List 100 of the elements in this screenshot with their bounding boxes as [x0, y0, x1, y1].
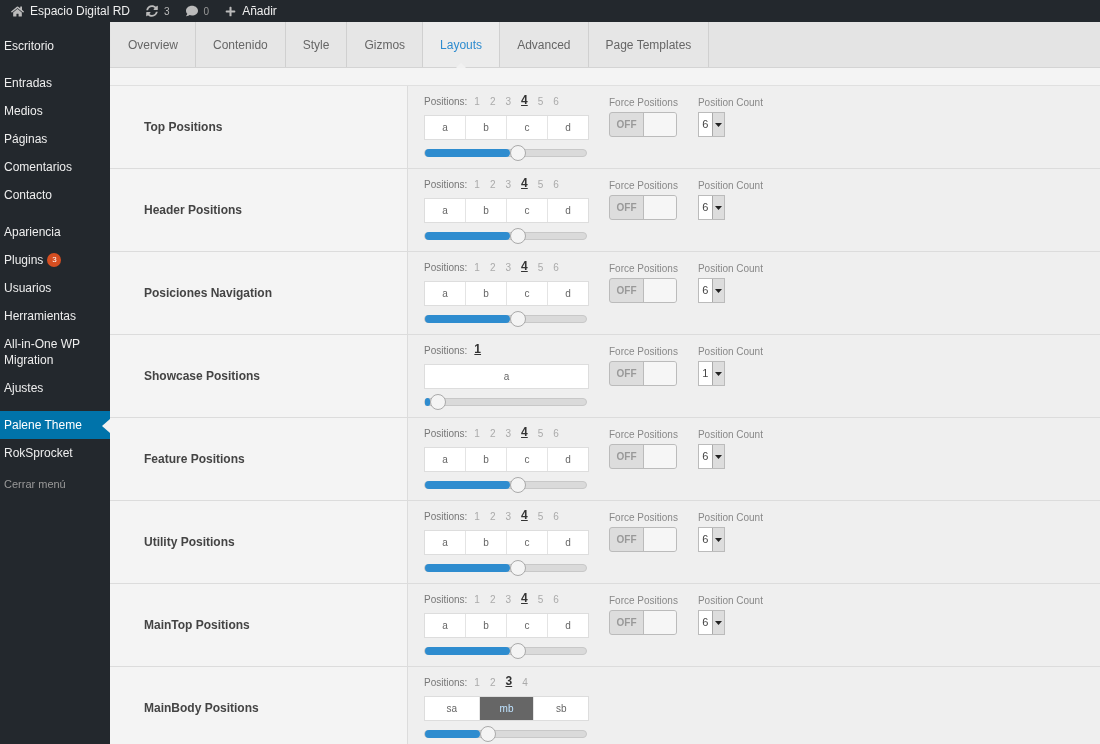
positions-label: Positions: [424, 261, 468, 275]
caret-icon [714, 205, 722, 210]
position-count-label: Position Count [697, 594, 763, 608]
position-count-label: Position Count [697, 345, 763, 359]
sidebar-item[interactable]: All-in-One WP Migration [0, 330, 110, 374]
position-block[interactable]: c [507, 531, 548, 554]
slider-thumb[interactable] [510, 228, 527, 244]
positions-label: Positions: [424, 178, 468, 192]
row-title: Posiciones Navigation [144, 285, 273, 302]
position-block[interactable]: a [425, 365, 588, 388]
row-title: MainTop Positions [144, 617, 250, 634]
slider-thumb[interactable] [510, 311, 527, 327]
force-positions-label: Force Positions [609, 345, 678, 359]
position-block[interactable]: d [548, 448, 588, 471]
position-block[interactable]: c [507, 199, 548, 222]
sidebar-item[interactable]: Medios [0, 97, 110, 125]
position-block[interactable]: b [466, 199, 507, 222]
row-title: MainBody Positions [144, 700, 259, 717]
sidebar-item[interactable]: Ajustes [0, 374, 110, 402]
position-option[interactable]: 4 [521, 174, 528, 192]
position-block[interactable]: a [425, 116, 466, 139]
position-block[interactable]: c [507, 448, 548, 471]
position-block[interactable]: sb [534, 697, 588, 720]
slider-thumb[interactable] [479, 726, 496, 742]
sidebar-item[interactable]: Plugins 3 [0, 246, 110, 274]
sidebar-item[interactable]: Palene Theme [0, 411, 110, 439]
position-block[interactable]: d [548, 199, 588, 222]
position-block[interactable]: sa [425, 697, 480, 720]
position-block[interactable]: d [548, 531, 588, 554]
position-option[interactable]: 4 [521, 423, 528, 441]
position-block[interactable]: b [466, 282, 507, 305]
position-count-label: Position Count [697, 262, 763, 276]
sidebar-item[interactable]: Páginas [0, 125, 110, 153]
sidebar-item[interactable]: Escritorio [0, 32, 110, 60]
updates-count: 3 [164, 4, 170, 19]
position-option[interactable]: 3 [505, 672, 513, 690]
positions-label: Positions: [424, 510, 468, 524]
add-new-link[interactable]: Añadir [242, 2, 277, 20]
position-option[interactable]: 4 [521, 506, 528, 524]
position-option[interactable]: 4 [521, 257, 528, 275]
slider-thumb[interactable] [510, 477, 527, 493]
force-positions-label: Force Positions [609, 428, 678, 442]
comments-count: 0 [203, 4, 210, 19]
count-badge: 3 [47, 253, 62, 267]
count-select[interactable]: 6 [697, 278, 725, 303]
sidebar-item[interactable]: Herramientas [0, 302, 110, 330]
row-title: Utility Positions [144, 534, 235, 551]
site-name-link[interactable]: Espacio Digital RD [30, 2, 131, 20]
slider-thumb[interactable] [510, 643, 527, 659]
position-block[interactable]: a [425, 282, 466, 305]
position-block[interactable]: d [548, 282, 588, 305]
position-block[interactable]: a [425, 199, 466, 222]
position-block[interactable]: c [507, 282, 548, 305]
slider-thumb[interactable] [429, 394, 446, 410]
position-block[interactable]: a [425, 614, 466, 637]
position-block[interactable]: mb [479, 697, 535, 720]
sidebar-item[interactable]: Usuarios [0, 274, 110, 302]
position-block[interactable]: d [548, 614, 588, 637]
sidebar-item[interactable]: Contacto [0, 181, 110, 209]
position-block[interactable]: c [507, 614, 548, 637]
row-title: Showcase Positions [144, 368, 261, 385]
sidebar-item[interactable]: Comentarios [0, 153, 110, 181]
count-select[interactable]: 6 [697, 444, 725, 469]
position-block[interactable]: a [425, 531, 466, 554]
comment-icon[interactable] [185, 5, 198, 17]
position-block[interactable]: c [507, 116, 548, 139]
position-block[interactable]: b [466, 614, 507, 637]
positions-label: Positions: [424, 95, 468, 109]
sidebar-item[interactable]: Apariencia [0, 218, 110, 246]
position-option[interactable]: 4 [521, 589, 528, 607]
position-block[interactable]: b [466, 448, 507, 471]
sidebar-item[interactable]: RokSprocket [0, 439, 110, 467]
position-option[interactable]: 4 [521, 91, 528, 109]
position-block[interactable]: d [548, 116, 588, 139]
tab[interactable]: Layouts [423, 22, 501, 67]
slider-thumb[interactable] [510, 145, 527, 161]
position-count-label: Position Count [697, 179, 763, 193]
plus-icon[interactable] [225, 5, 237, 17]
sidebar-item[interactable]: Entradas [0, 69, 110, 97]
count-select[interactable]: 6 [697, 195, 725, 220]
position-block[interactable]: b [466, 531, 507, 554]
position-count-label: Position Count [697, 96, 763, 110]
refresh-icon[interactable] [146, 5, 159, 17]
position-option[interactable]: 1 [474, 340, 482, 358]
caret-icon [714, 620, 722, 625]
slider-thumb[interactable] [510, 560, 527, 576]
row-title: Feature Positions [144, 451, 245, 468]
position-block[interactable]: a [425, 448, 466, 471]
positions-label: Positions: [424, 676, 468, 690]
home-icon[interactable] [11, 4, 24, 18]
force-positions-label: Force Positions [609, 262, 678, 276]
caret-icon [714, 537, 722, 542]
count-select[interactable]: 6 [697, 527, 725, 552]
position-count-label: Position Count [697, 428, 763, 442]
collapse-menu-link[interactable]: Cerrar menú [0, 476, 110, 493]
count-select[interactable]: 6 [697, 112, 725, 137]
positions-label: Positions: [424, 593, 468, 607]
count-select[interactable]: 1 [697, 361, 725, 386]
count-select[interactable]: 6 [697, 610, 725, 635]
position-block[interactable]: b [466, 116, 507, 139]
